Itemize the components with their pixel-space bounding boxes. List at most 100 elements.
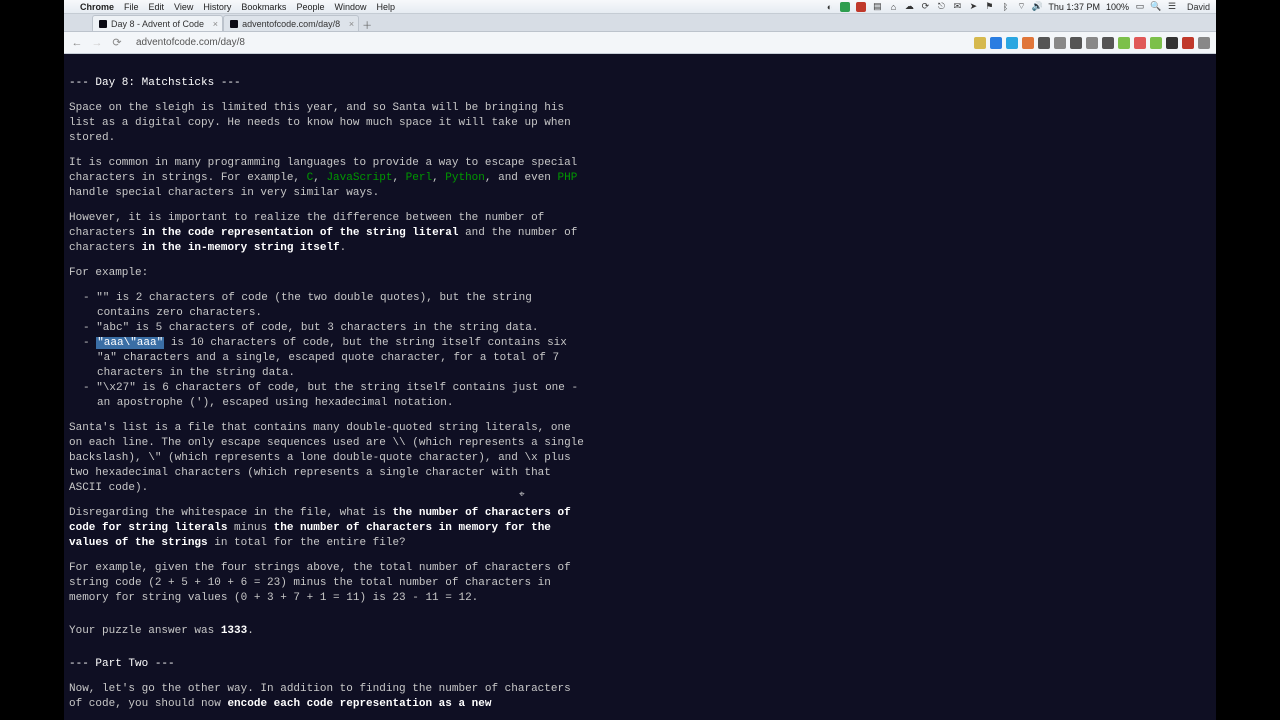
menubar-tray: ◐ ▤ ⌂ ☁ ⟳ ⎋ ✉ ➤ ⚑ ᛒ ⌔ 🔊 Thu 1:37 PM 100%…	[824, 2, 1210, 12]
tray-icon[interactable]: ⎋	[936, 2, 946, 12]
text: ,	[313, 172, 326, 184]
address-bar[interactable]: adventofcode.com/day/8	[130, 35, 251, 50]
tray-icon[interactable]: ☁	[904, 2, 914, 12]
list-item: "abc" is 5 characters of code, but 3 cha…	[69, 321, 589, 336]
tray-icon[interactable]: ⚑	[984, 2, 994, 12]
tab-title: Day 8 - Advent of Code	[111, 19, 204, 29]
text: Disregarding the whitespace in the file,…	[69, 507, 392, 519]
tab-close-icon[interactable]: ×	[213, 19, 218, 29]
favicon-icon	[99, 20, 107, 28]
paragraph: Disregarding the whitespace in the file,…	[69, 506, 589, 551]
bluetooth-icon[interactable]: ᛒ	[1000, 2, 1010, 12]
active-app-name[interactable]: Chrome	[80, 2, 114, 12]
extension-icon[interactable]	[1198, 37, 1210, 49]
browser-tab[interactable]: Day 8 - Advent of Code ×	[92, 15, 223, 31]
article: --- Day 8: Matchsticks --- Space on the …	[69, 76, 589, 712]
paragraph: It is common in many programming languag…	[69, 156, 589, 201]
selected-text: "aaa\"aaa"	[96, 337, 164, 349]
extension-icon[interactable]	[1118, 37, 1130, 49]
battery-icon[interactable]: ▭	[1135, 2, 1145, 12]
emphasis: in the in-memory string itself	[142, 242, 340, 254]
menu-file[interactable]: File	[124, 2, 139, 12]
paragraph: Now, let's go the other way. In addition…	[69, 682, 589, 712]
text: is 10 characters of code, but the string…	[97, 337, 567, 379]
page-title: --- Day 8: Matchsticks ---	[69, 76, 589, 91]
tab-close-icon[interactable]: ×	[349, 19, 354, 29]
new-tab-button[interactable]: ＋	[359, 17, 375, 31]
extension-icons	[974, 37, 1210, 49]
text: , and even	[485, 172, 558, 184]
text: ,	[432, 172, 445, 184]
tray-icon[interactable]: ✉	[952, 2, 962, 12]
menu-view[interactable]: View	[174, 2, 193, 12]
extension-icon[interactable]	[1070, 37, 1082, 49]
puzzle-answer: 1333	[221, 625, 247, 637]
text: handle special characters in very simila…	[69, 187, 379, 199]
extension-icon[interactable]	[1166, 37, 1178, 49]
tab-title: adventofcode.com/day/8	[242, 19, 340, 29]
menu-window[interactable]: Window	[334, 2, 366, 12]
tray-icon[interactable]: ▤	[872, 2, 882, 12]
emphasis: encode each code representation as a new	[227, 698, 491, 710]
battery-text[interactable]: 100%	[1106, 2, 1129, 12]
user-name[interactable]: David	[1187, 2, 1210, 12]
browser-tab[interactable]: adventofcode.com/day/8 ×	[223, 15, 359, 31]
link-python[interactable]: Python	[445, 172, 485, 184]
letterbox-left	[0, 0, 64, 720]
menu-history[interactable]: History	[203, 2, 231, 12]
extension-icon[interactable]	[1086, 37, 1098, 49]
text: Your puzzle answer was	[69, 625, 221, 637]
extension-icon[interactable]	[1006, 37, 1018, 49]
forward-button[interactable]: →	[90, 37, 104, 49]
extension-icon[interactable]	[1182, 37, 1194, 49]
emphasis: in the code representation of the string…	[142, 227, 459, 239]
menu-help[interactable]: Help	[376, 2, 395, 12]
extension-icon[interactable]	[1134, 37, 1146, 49]
link-javascript[interactable]: JavaScript	[326, 172, 392, 184]
wifi-icon[interactable]: ⌔	[1016, 2, 1026, 12]
mouse-cursor-icon: ⌖	[519, 489, 525, 500]
tray-icon[interactable]: ◐	[824, 2, 834, 12]
extension-icon[interactable]	[1038, 37, 1050, 49]
mac-menubar: Chrome File Edit View History Bookmarks …	[64, 0, 1216, 14]
menu-edit[interactable]: Edit	[149, 2, 165, 12]
tray-icon[interactable]: ⟳	[920, 2, 930, 12]
text: ,	[392, 172, 405, 184]
favicon-icon	[230, 20, 238, 28]
notifications-icon[interactable]: ☰	[1167, 2, 1177, 12]
paragraph: Santa's list is a file that contains man…	[69, 421, 589, 496]
example-list: "" is 2 characters of code (the two doub…	[69, 291, 589, 411]
back-button[interactable]: ←	[70, 37, 84, 49]
paragraph: However, it is important to realize the …	[69, 211, 589, 256]
text: .	[247, 625, 254, 637]
spotlight-icon[interactable]: 🔍	[1151, 2, 1161, 12]
link-perl[interactable]: Perl	[406, 172, 432, 184]
paragraph: For example, given the four strings abov…	[69, 561, 589, 606]
extension-icon[interactable]	[974, 37, 986, 49]
page-content[interactable]: --- Day 8: Matchsticks --- Space on the …	[64, 54, 1216, 720]
extension-icon[interactable]	[1022, 37, 1034, 49]
tray-icon[interactable]	[856, 2, 866, 12]
letterbox-right	[1216, 0, 1280, 720]
tab-strip: Day 8 - Advent of Code × adventofcode.co…	[64, 14, 1216, 32]
reload-button[interactable]: ⟳	[110, 36, 124, 49]
paragraph: Space on the sleigh is limited this year…	[69, 101, 589, 146]
list-item: "" is 2 characters of code (the two doub…	[69, 291, 589, 321]
list-item: "\x27" is 6 characters of code, but the …	[69, 381, 589, 411]
menu-people[interactable]: People	[296, 2, 324, 12]
tray-icon[interactable]	[840, 2, 850, 12]
clock[interactable]: Thu 1:37 PM	[1048, 2, 1100, 12]
menu-bookmarks[interactable]: Bookmarks	[241, 2, 286, 12]
extension-icon[interactable]	[1102, 37, 1114, 49]
extension-icon[interactable]	[990, 37, 1002, 49]
extension-icon[interactable]	[1054, 37, 1066, 49]
text: minus	[227, 522, 273, 534]
tray-icon[interactable]: ⌂	[888, 2, 898, 12]
paragraph: For example:	[69, 266, 589, 281]
extension-icon[interactable]	[1150, 37, 1162, 49]
part-two-title: --- Part Two ---	[69, 657, 589, 672]
volume-icon[interactable]: 🔊	[1032, 2, 1042, 12]
tray-icon[interactable]: ➤	[968, 2, 978, 12]
link-php[interactable]: PHP	[558, 172, 578, 184]
text: in total for the entire file?	[208, 537, 406, 549]
